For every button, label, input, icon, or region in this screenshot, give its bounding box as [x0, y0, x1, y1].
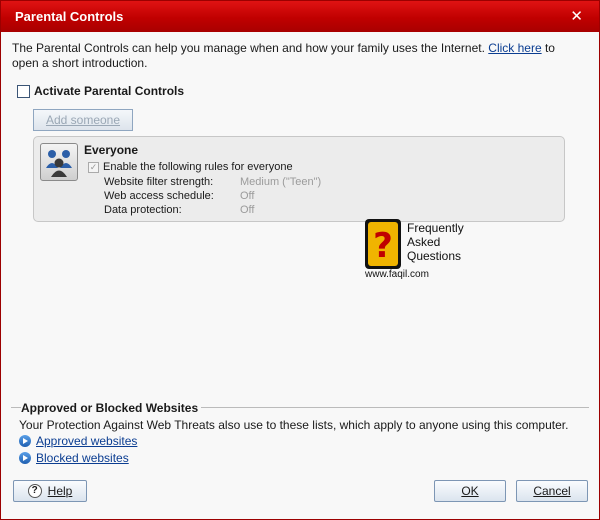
- faq-logo-icon: ?: [365, 219, 401, 269]
- websites-section-title: Approved or Blocked Websites: [21, 401, 202, 415]
- faq-line-1: Frequently: [407, 221, 464, 235]
- data-protection-label: Data protection:: [104, 204, 182, 216]
- faq-line-3: Questions: [407, 249, 462, 263]
- add-someone-button[interactable]: Add someone: [33, 109, 133, 131]
- approved-websites-row[interactable]: Approved websites: [19, 434, 137, 448]
- arrow-right-icon: [19, 435, 31, 447]
- websites-description: Your Protection Against Web Threats also…: [19, 418, 569, 432]
- web-access-schedule-value: Off: [240, 190, 255, 202]
- blocked-websites-row[interactable]: Blocked websites: [19, 451, 129, 465]
- arrow-right-icon: [19, 452, 31, 464]
- enable-rules-label: Enable the following rules for everyone: [103, 161, 293, 173]
- window-title: Parental Controls: [15, 9, 124, 24]
- dialog-content: The Parental Controls can help you manag…: [3, 32, 597, 519]
- help-icon: ?: [27, 484, 42, 498]
- website-filter-value: Medium ("Teen"): [240, 176, 322, 188]
- web-access-schedule-label: Web access schedule:: [104, 190, 214, 202]
- title-bar[interactable]: Parental Controls ✕: [1, 1, 599, 32]
- activate-parental-controls[interactable]: Activate Parental Controls: [17, 84, 184, 98]
- data-protection-value: Off: [240, 204, 255, 216]
- cancel-label: Cancel: [533, 484, 571, 498]
- help-label: Help: [47, 484, 73, 498]
- faq-line-2: Asked: [407, 235, 441, 249]
- intro-text: The Parental Controls can help you manag…: [12, 41, 582, 71]
- faq-watermark: ? Frequently Asked Questions www.faqil.c…: [365, 219, 475, 281]
- activate-label: Activate Parental Controls: [34, 84, 185, 98]
- faq-text: Frequently Asked Questions: [407, 221, 464, 263]
- ok-button[interactable]: OK: [434, 480, 506, 502]
- intro-click-here-link[interactable]: Click here: [488, 41, 541, 55]
- everyone-panel: Everyone ✓ Enable the following rules fo…: [33, 136, 565, 222]
- website-filter-label: Website filter strength:: [104, 176, 214, 188]
- close-icon[interactable]: ✕: [570, 7, 583, 25]
- cancel-button[interactable]: Cancel: [516, 480, 588, 502]
- approved-websites-link[interactable]: Approved websites: [36, 434, 137, 448]
- ok-label: OK: [461, 484, 479, 498]
- family-users-icon: [40, 143, 78, 181]
- everyone-title: Everyone: [84, 143, 139, 157]
- faq-logo-glyph: ?: [373, 226, 393, 266]
- blocked-websites-link[interactable]: Blocked websites: [36, 451, 129, 465]
- parental-controls-window: Parental Controls ✕ The Parental Control…: [0, 0, 600, 520]
- intro-body: The Parental Controls can help you manag…: [12, 41, 489, 55]
- help-button[interactable]: ? Help: [13, 480, 87, 502]
- everyone-rule: ✓ Enable the following rules for everyon…: [88, 161, 293, 173]
- enable-rules-checkbox: ✓: [88, 161, 99, 173]
- faq-url: www.faqil.com: [365, 269, 429, 280]
- activate-checkbox[interactable]: [17, 84, 30, 98]
